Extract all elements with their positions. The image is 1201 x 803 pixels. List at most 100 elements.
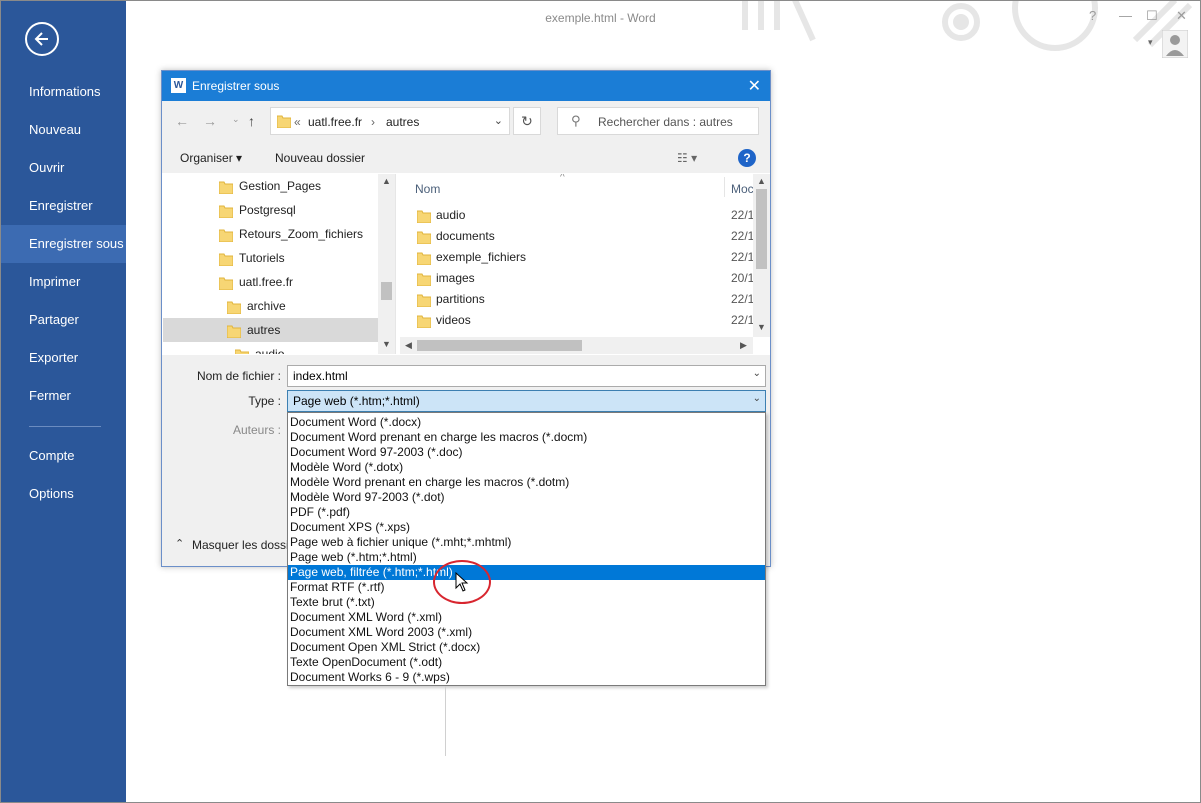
type-option[interactable]: Texte brut (*.txt) xyxy=(288,595,765,610)
account-dropdown-icon[interactable]: ▾ xyxy=(1148,37,1153,48)
type-option[interactable]: Page web à fichier unique (*.mht;*.mhtml… xyxy=(288,535,765,550)
filename-label: Nom de fichier : xyxy=(196,369,281,383)
file-date: 22/1 xyxy=(731,313,755,327)
column-date[interactable]: Moc xyxy=(731,182,754,196)
breadcrumb-autres[interactable]: autres xyxy=(386,115,419,129)
menu-item-informations[interactable]: Informations xyxy=(1,73,126,111)
tree-item-label: audio xyxy=(255,347,285,354)
up-folder-icon[interactable]: ↑ xyxy=(248,113,255,129)
breadcrumb-uatl[interactable]: uatl.free.fr xyxy=(308,115,362,129)
type-option[interactable]: Texte OpenDocument (*.odt) xyxy=(288,655,765,670)
file-row[interactable]: videos 22/1 xyxy=(400,310,754,331)
menu-item-fermer[interactable]: Fermer xyxy=(1,377,126,415)
menu-divider xyxy=(29,426,101,427)
menu-item-ouvrir[interactable]: Ouvrir xyxy=(1,149,126,187)
tree-item[interactable]: Tutoriels xyxy=(163,246,378,270)
file-date: 22/1 xyxy=(731,229,755,243)
file-hscroll-thumb[interactable] xyxy=(417,340,582,351)
type-option[interactable]: Modèle Word (*.dotx) xyxy=(288,460,765,475)
menu-item-options[interactable]: Options xyxy=(1,475,126,513)
menu-item-enregistrer-sous[interactable]: Enregistrer sous xyxy=(1,225,126,263)
type-option[interactable]: PDF (*.pdf) xyxy=(288,505,765,520)
tree-scrollbar[interactable]: ▲ ▼ xyxy=(378,174,395,354)
menu-item-partager[interactable]: Partager xyxy=(1,301,126,339)
tree-item[interactable]: Gestion_Pages xyxy=(163,174,378,198)
file-hscrollbar[interactable]: ◀ ▶ xyxy=(400,337,753,354)
type-option[interactable]: Document XPS (*.xps) xyxy=(288,520,765,535)
tree-item[interactable]: autres xyxy=(163,318,378,342)
close-button[interactable]: ✕ xyxy=(1176,8,1187,24)
hide-folders-button[interactable]: Masquer les dossi xyxy=(192,538,289,552)
organize-button[interactable]: Organiser ▾ xyxy=(180,151,242,165)
forward-nav-icon[interactable]: → xyxy=(203,113,217,129)
filename-field[interactable]: index.html ⌄ xyxy=(287,365,766,387)
view-options-icon[interactable]: ☷ ▾ xyxy=(677,151,697,165)
new-folder-button[interactable]: Nouveau dossier xyxy=(275,151,365,165)
chevron-down-icon[interactable]: ⌄ xyxy=(494,114,503,127)
type-option[interactable]: Document Works 6 - 9 (*.wps) xyxy=(288,670,765,685)
tree-item-label: Gestion_Pages xyxy=(239,179,322,193)
maximize-button[interactable]: ☐ xyxy=(1146,8,1158,24)
chevron-down-icon[interactable]: ⌄ xyxy=(753,393,761,404)
menu-item-compte[interactable]: Compte xyxy=(1,437,126,475)
type-option[interactable]: Modèle Word 97-2003 (*.dot) xyxy=(288,490,765,505)
tree-item[interactable]: archive xyxy=(163,294,378,318)
tree-item-label: Retours_Zoom_fichiers xyxy=(239,227,364,241)
menu-item-enregistrer[interactable]: Enregistrer xyxy=(1,187,126,225)
refresh-icon[interactable]: ↻ xyxy=(513,107,541,135)
type-select[interactable]: Page web (*.htm;*.html) ⌄ xyxy=(287,390,766,412)
tree-item[interactable]: Retours_Zoom_fichiers xyxy=(163,222,378,246)
sort-ascending-icon: ^ xyxy=(560,174,565,183)
type-option[interactable]: Page web (*.htm;*.html) xyxy=(288,550,765,565)
mouse-cursor-icon xyxy=(455,572,469,592)
file-scrollbar[interactable]: ▲ ▼ xyxy=(753,174,770,337)
back-nav-icon[interactable]: ← xyxy=(175,113,189,129)
tree-item[interactable]: uatl.free.fr xyxy=(163,270,378,294)
dialog-titlebar: W Enregistrer sous ✕ xyxy=(162,71,770,101)
user-avatar-icon[interactable] xyxy=(1162,30,1188,58)
folder-tree: Gestion_Pages Postgresql Retours_Zoom_fich… xyxy=(163,174,396,354)
chevron-down-icon[interactable]: ⌄ xyxy=(753,368,761,379)
help-icon[interactable]: ? xyxy=(1089,8,1096,23)
file-row[interactable]: documents 22/1 xyxy=(400,226,754,247)
search-input[interactable]: ⚲ Rechercher dans : autres xyxy=(557,107,759,135)
file-date: 22/1 xyxy=(731,208,755,222)
type-option[interactable]: Format RTF (*.rtf) xyxy=(288,580,765,595)
column-name[interactable]: Nom xyxy=(415,182,440,196)
tree-item-label: autres xyxy=(247,323,281,337)
menu-item-nouveau[interactable]: Nouveau xyxy=(1,111,126,149)
chevron-up-icon[interactable]: ⌃ xyxy=(175,537,184,550)
breadcrumb-overflow[interactable]: « xyxy=(294,115,301,129)
type-option[interactable]: Document Word (*.docx) xyxy=(288,415,765,430)
navigation-bar: ← → ⌄ ↑ « uatl.free.fr › autres ⌄ ↻ ⚲ Re… xyxy=(162,101,770,143)
type-option[interactable]: Document Open XML Strict (*.docx) xyxy=(288,640,765,655)
type-option[interactable]: Page web, filtrée (*.htm;*.html) xyxy=(288,565,765,580)
back-arrow-icon[interactable] xyxy=(25,22,59,56)
help-icon[interactable]: ? xyxy=(738,149,756,167)
type-option[interactable]: Modèle Word prenant en charge les macros… xyxy=(288,475,765,490)
minimize-button[interactable]: — xyxy=(1119,8,1132,23)
file-row[interactable]: images 20/1 xyxy=(400,268,754,289)
file-row[interactable]: audio 22/1 xyxy=(400,205,754,226)
type-label: Type : xyxy=(248,394,281,408)
type-option[interactable]: Document Word 97-2003 (*.doc) xyxy=(288,445,765,460)
file-scroll-thumb[interactable] xyxy=(756,189,767,269)
folder-icon xyxy=(417,294,431,307)
file-row[interactable]: exemple_fichiers 22/1 xyxy=(400,247,754,268)
search-placeholder: Rechercher dans : autres xyxy=(598,115,733,129)
file-date: 22/1 xyxy=(731,292,755,306)
type-option[interactable]: Document XML Word (*.xml) xyxy=(288,610,765,625)
tree-item-label: archive xyxy=(247,299,286,313)
recent-locations-icon[interactable]: ⌄ xyxy=(232,114,240,125)
tree-item[interactable]: audio xyxy=(163,342,378,354)
menu-item-exporter[interactable]: Exporter xyxy=(1,339,126,377)
dialog-close-icon[interactable]: ✕ xyxy=(748,76,761,96)
type-option[interactable]: Document XML Word 2003 (*.xml) xyxy=(288,625,765,640)
file-row[interactable]: partitions 22/1 xyxy=(400,289,754,310)
authors-label: Auteurs : xyxy=(232,423,281,437)
type-option[interactable]: Document Word prenant en charge les macr… xyxy=(288,430,765,445)
tree-scroll-thumb[interactable] xyxy=(381,282,392,300)
menu-item-imprimer[interactable]: Imprimer xyxy=(1,263,126,301)
address-bar[interactable]: « uatl.free.fr › autres ⌄ xyxy=(270,107,510,135)
tree-item[interactable]: Postgresql xyxy=(163,198,378,222)
